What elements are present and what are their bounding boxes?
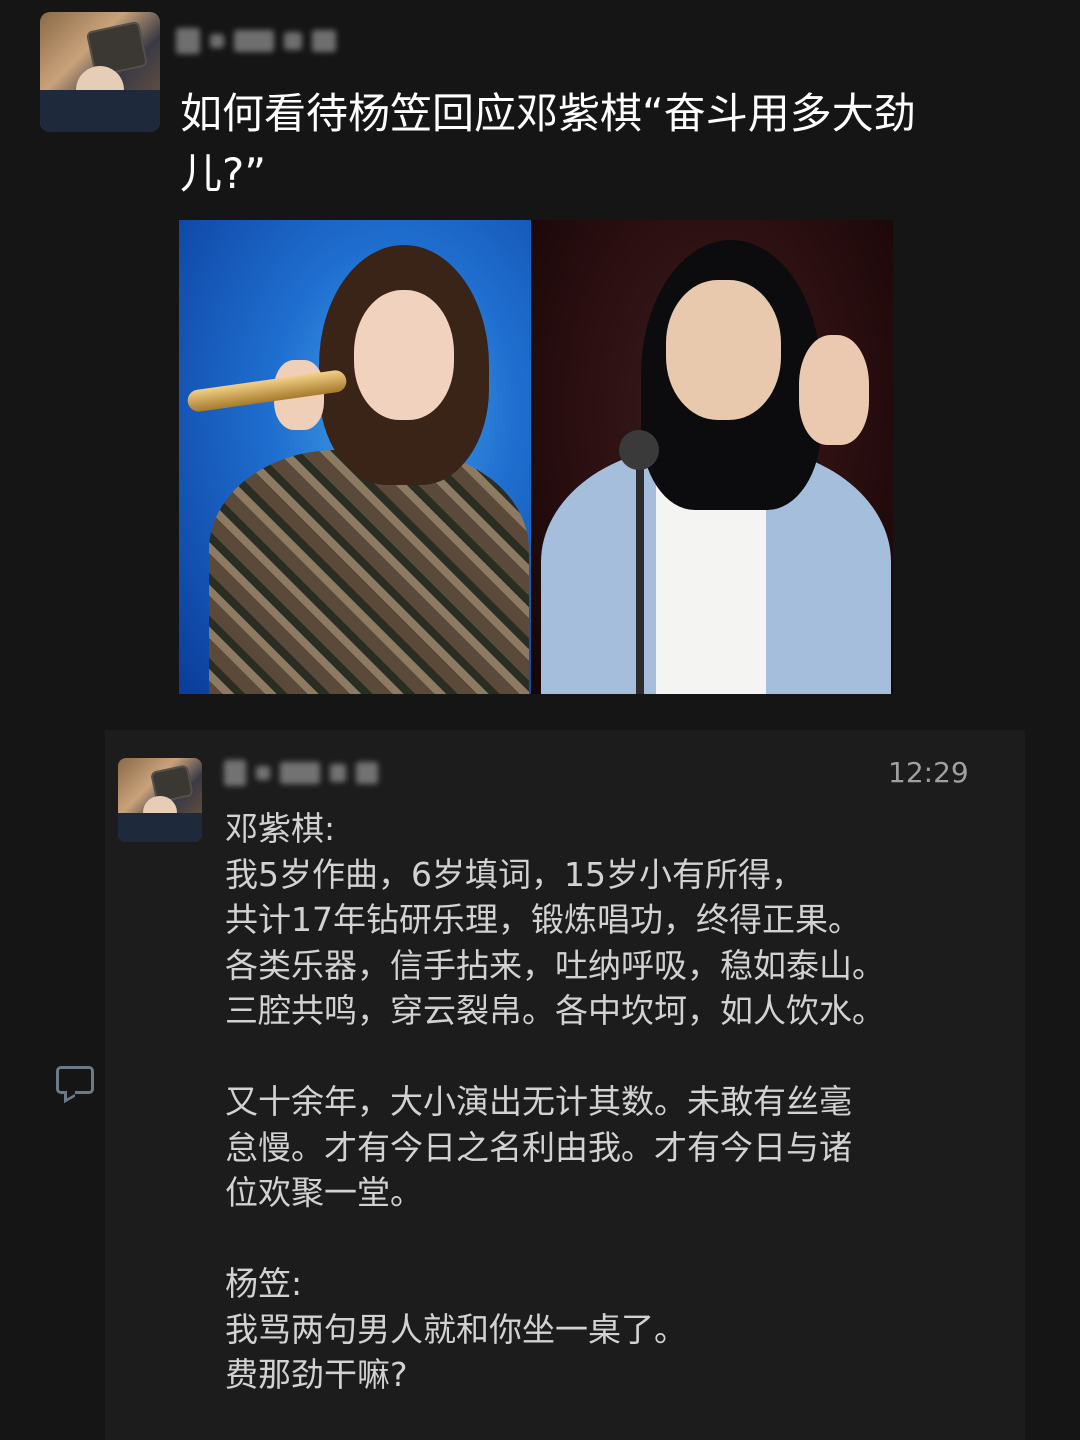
comment-icon[interactable] [56, 1066, 94, 1094]
reply-line: 共计17年钻研乐理，锻炼唱功，终得正果。 [225, 900, 861, 939]
photo-deng-ziqi[interactable] [179, 220, 537, 694]
post-title[interactable]: 如何看待杨笠回应邓紫棋“奋斗用多大劲儿?” [180, 84, 1000, 204]
reply-paragraph-gap [225, 1216, 1025, 1262]
reply-name-blurred[interactable] [224, 760, 378, 786]
reply-line: 费那劲干嘛? [225, 1355, 408, 1394]
reply-line: 我骂两句男人就和你坐一桌了。 [225, 1309, 687, 1349]
poster-avatar[interactable] [40, 12, 160, 132]
poster-name-blurred[interactable] [176, 28, 336, 54]
reply-line: 邓紫棋: [225, 809, 336, 848]
reply-line: 又十余年，大小演出无计其数。未敢有丝毫 [225, 1082, 852, 1121]
reply-line: 三腔共鸣，穿云裂帛。各中坎坷，如人饮水。 [225, 991, 885, 1030]
reply-timestamp: 12:29 [888, 756, 969, 789]
reply-avatar[interactable] [118, 758, 202, 842]
reply-line: 杨笠: [225, 1264, 303, 1303]
photo-yang-li[interactable] [531, 220, 893, 694]
reply-line: 各类乐器，信手拈来，吐纳呼吸，稳如泰山。 [225, 945, 885, 985]
reply-paragraph-gap [225, 1034, 1025, 1080]
reply-content: 邓紫棋: 我5岁作曲，6岁填词，15岁小有所得， 共计17年钻研乐理，锻炼唱功，… [225, 806, 1025, 1398]
reply-line: 怠慢。才有今日之名利由我。才有今日与诸 [225, 1127, 852, 1167]
reply-line: 我5岁作曲，6岁填词，15岁小有所得， [225, 854, 804, 894]
reply-line: 位欢聚一堂。 [225, 1173, 423, 1212]
